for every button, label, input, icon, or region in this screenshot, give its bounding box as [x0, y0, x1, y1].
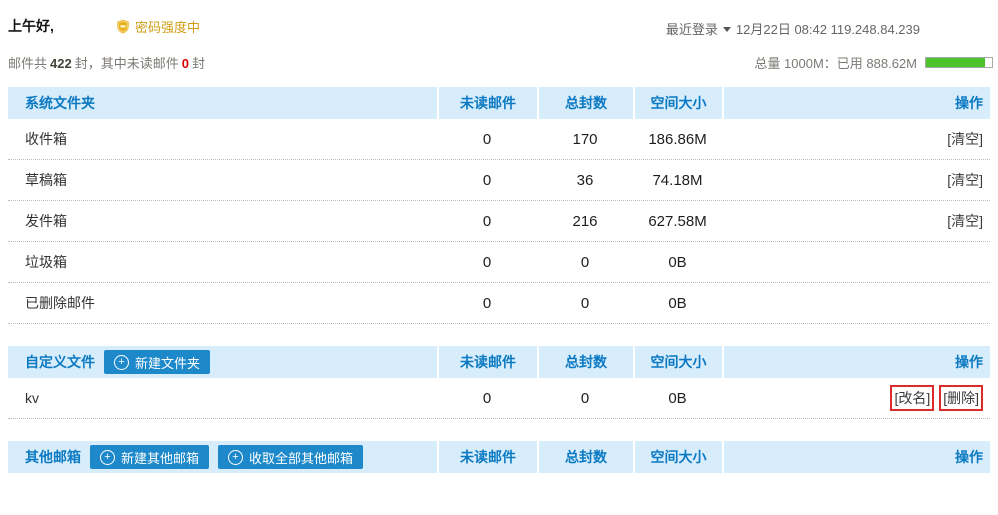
- clear-sent-button[interactable]: [清空]: [947, 211, 983, 231]
- greeting-text: 上午好,: [8, 16, 54, 36]
- unread-count-cell: 0: [437, 131, 537, 148]
- plus-icon: +: [114, 355, 129, 370]
- last-login-label: 最近登录: [666, 19, 718, 38]
- table-row-deleted: 已删除邮件 0 0 0B: [8, 283, 990, 324]
- total-mail-count: 422: [47, 56, 75, 71]
- column-header-size: 空间大小: [633, 87, 722, 119]
- fetch-all-other-mailboxes-button[interactable]: + 收取全部其他邮箱: [218, 445, 363, 469]
- table-row-trash: 垃圾箱 0 0 0B: [8, 242, 990, 283]
- size-cell: 74.18M: [633, 172, 722, 189]
- column-header-operations: 操作: [722, 441, 990, 473]
- last-login-dropdown[interactable]: 最近登录 12月22日 08:42 119.248.84.239: [666, 19, 920, 38]
- column-header-size: 空间大小: [633, 441, 722, 473]
- topbar: 上午好, 密码强度中 最近登录 12月22日 08:42 119.248.84.…: [0, 0, 998, 87]
- column-header-total: 总封数: [537, 346, 633, 378]
- folder-link-trash[interactable]: 垃圾箱: [25, 252, 67, 272]
- shield-icon: [116, 19, 130, 34]
- rename-folder-button[interactable]: [改名]: [890, 385, 934, 411]
- folder-link-kv[interactable]: kv: [25, 390, 39, 406]
- unread-mail-count: 0: [179, 56, 192, 71]
- total-count-cell: 0: [537, 295, 633, 312]
- quota-label: 总量 1000M：已用 888.62M: [754, 53, 917, 72]
- new-other-mailbox-button[interactable]: + 新建其他邮箱: [90, 445, 209, 469]
- new-folder-button[interactable]: + 新建文件夹: [104, 350, 210, 374]
- password-strength-label: 密码强度中: [135, 17, 200, 36]
- folder-link-deleted[interactable]: 已删除邮件: [25, 293, 95, 313]
- last-login-value: 12月22日 08:42 119.248.84.239: [736, 19, 920, 38]
- unread-count-cell: 0: [437, 295, 537, 312]
- section-title-system-folders: 系统文件夹: [25, 93, 95, 113]
- folder-link-inbox[interactable]: 收件箱: [25, 129, 67, 149]
- mail-summary-prefix: 邮件共: [8, 56, 47, 71]
- table-row-inbox: 收件箱 0 170 186.86M [清空]: [8, 119, 990, 160]
- table-row-custom-kv: kv 0 0 0B [改名] [删除]: [8, 378, 990, 419]
- section-title-custom-folders: 自定义文件: [25, 352, 95, 372]
- total-count-cell: 170: [537, 131, 633, 148]
- unread-count-cell: 0: [437, 172, 537, 189]
- unread-count-cell: 0: [437, 213, 537, 230]
- section-header-custom-folders: 自定义文件 + 新建文件夹 未读邮件 总封数 空间大小 操作: [8, 346, 990, 378]
- plus-icon: +: [100, 450, 115, 465]
- section-header-system-folders: 系统文件夹 未读邮件 总封数 空间大小 操作: [8, 87, 990, 119]
- unread-count-cell: 0: [437, 254, 537, 271]
- folder-link-drafts[interactable]: 草稿箱: [25, 170, 67, 190]
- total-count-cell: 0: [537, 390, 633, 407]
- total-count-cell: 36: [537, 172, 633, 189]
- password-strength-badge[interactable]: 密码强度中: [116, 17, 200, 36]
- size-cell: 627.58M: [633, 213, 722, 230]
- clear-drafts-button[interactable]: [清空]: [947, 170, 983, 190]
- table-row-sent: 发件箱 0 216 627.58M [清空]: [8, 201, 990, 242]
- new-other-mailbox-button-label: 新建其他邮箱: [121, 448, 199, 467]
- caret-down-icon: [723, 27, 731, 32]
- column-header-unread: 未读邮件: [437, 441, 537, 473]
- table-row-drafts: 草稿箱 0 36 74.18M [清空]: [8, 160, 990, 201]
- section-title-other-mailboxes: 其他邮箱: [25, 447, 81, 467]
- folder-management-page: 上午好, 密码强度中 最近登录 12月22日 08:42 119.248.84.…: [0, 0, 998, 473]
- mail-summary-suffix: 封: [192, 56, 205, 71]
- column-header-size: 空间大小: [633, 346, 722, 378]
- folder-tables: 系统文件夹 未读邮件 总封数 空间大小 操作 收件箱 0 170 186.86M…: [8, 87, 990, 473]
- total-count-cell: 0: [537, 254, 633, 271]
- size-cell: 0B: [633, 295, 722, 312]
- new-folder-button-label: 新建文件夹: [135, 353, 200, 372]
- clear-inbox-button[interactable]: [清空]: [947, 129, 983, 149]
- quota-info: 总量 1000M：已用 888.62M: [754, 53, 993, 72]
- size-cell: 0B: [633, 254, 722, 271]
- column-header-operations: 操作: [722, 346, 990, 378]
- column-header-total: 总封数: [537, 441, 633, 473]
- delete-folder-button[interactable]: [删除]: [939, 385, 983, 411]
- column-header-total: 总封数: [537, 87, 633, 119]
- unread-count-cell: 0: [437, 390, 537, 407]
- total-count-cell: 216: [537, 213, 633, 230]
- column-header-unread: 未读邮件: [437, 346, 537, 378]
- quota-bar-fill: [926, 58, 985, 67]
- quota-bar: [925, 57, 993, 68]
- folder-link-sent[interactable]: 发件箱: [25, 211, 67, 231]
- size-cell: 0B: [633, 390, 722, 407]
- section-header-other-mailboxes: 其他邮箱 + 新建其他邮箱 + 收取全部其他邮箱 未读邮件 总封数 空间大小 操…: [8, 441, 990, 473]
- size-cell: 186.86M: [633, 131, 722, 148]
- column-header-unread: 未读邮件: [437, 87, 537, 119]
- fetch-all-other-mailboxes-button-label: 收取全部其他邮箱: [249, 448, 353, 467]
- mail-summary: 邮件共422封，其中未读邮件0封: [8, 53, 205, 72]
- plus-icon: +: [228, 450, 243, 465]
- column-header-operations: 操作: [722, 87, 990, 119]
- mail-summary-middle: 封，其中未读邮件: [75, 56, 179, 71]
